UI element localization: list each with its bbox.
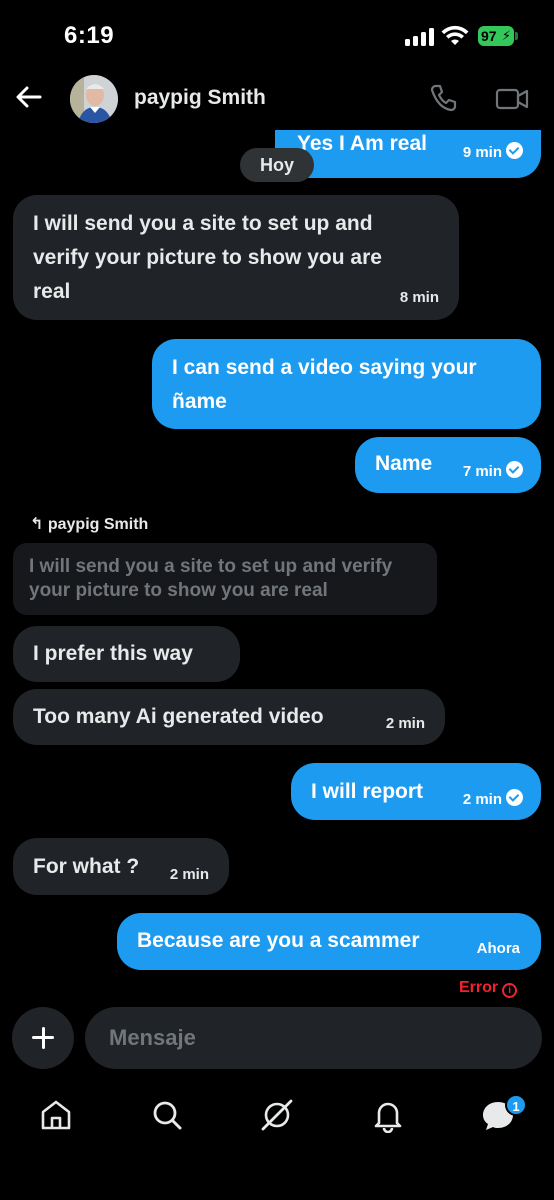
message-time: 2 min: [385, 715, 425, 732]
message-line: ñame: [172, 390, 227, 413]
read-check-icon: [506, 142, 523, 159]
info-icon: i: [502, 983, 518, 998]
video-call-icon[interactable]: [495, 84, 529, 114]
battery-level: 97: [481, 28, 497, 44]
reply-author: paypig Smith: [47, 516, 149, 533]
conversation-header: paypig Smith: [0, 70, 554, 128]
message-bubble-incoming[interactable]: I prefer this way: [13, 626, 240, 682]
message-text: Name: [375, 452, 433, 475]
message-time: 2 min: [169, 866, 209, 883]
message-bubble-outgoing[interactable]: Yes I Am real 9 min: [275, 130, 541, 178]
phone-icon[interactable]: [428, 83, 458, 113]
quoted-line: I will send you a site to set up and ver…: [29, 556, 393, 577]
message-bubble-incoming[interactable]: For what ? 2 min: [13, 838, 229, 895]
message-time: 2 min: [462, 791, 502, 808]
quoted-message[interactable]: I will send you a site to set up and ver…: [13, 543, 437, 615]
message-time: Ahora: [476, 940, 520, 957]
message-time: 7 min: [462, 463, 502, 480]
message-bubble-outgoing[interactable]: I can send a video saying your ñame: [152, 339, 541, 429]
battery-icon: 97 ⚡: [478, 26, 518, 46]
message-line: I will send you a site to set up and: [33, 212, 373, 235]
read-check-icon: [506, 461, 523, 478]
home-icon[interactable]: [38, 1097, 74, 1133]
search-icon[interactable]: [149, 1097, 185, 1133]
message-bubble-incoming[interactable]: Too many Ai generated video 2 min: [13, 689, 445, 745]
cellular-signal-icon: [405, 28, 435, 46]
error-label: Error: [459, 979, 499, 996]
message-input[interactable]: Mensaje: [85, 1007, 542, 1069]
message-bubble-outgoing[interactable]: Name 7 min: [355, 437, 541, 493]
status-time: 6:19: [64, 22, 115, 49]
grok-icon[interactable]: [259, 1097, 295, 1133]
message-time: 9 min: [462, 144, 502, 161]
back-arrow-icon[interactable]: [14, 82, 44, 112]
message-text: For what ?: [33, 855, 140, 878]
contact-name[interactable]: paypig Smith: [134, 86, 266, 110]
add-attachment-button[interactable]: [12, 1007, 74, 1069]
messages-badge: 1: [505, 1094, 527, 1116]
notifications-icon[interactable]: [370, 1097, 406, 1133]
message-text: Yes I Am real: [297, 132, 427, 155]
message-time: 8 min: [399, 289, 439, 306]
reply-reference: ↰ paypig Smith: [30, 514, 148, 534]
status-bar: 6:19 97 ⚡: [0, 0, 554, 70]
send-error-status[interactable]: Error i: [459, 979, 518, 998]
message-line: real: [33, 280, 71, 303]
read-check-icon: [506, 789, 523, 806]
message-text: Because are you a scammer: [137, 929, 420, 952]
message-text: I prefer this way: [33, 642, 193, 665]
reply-arrow-icon: ↰: [30, 516, 44, 533]
message-line: verify your picture to show you are: [33, 246, 382, 269]
message-bubble-outgoing[interactable]: Because are you a scammer Ahora: [117, 913, 541, 970]
quoted-line: your picture to show you are real: [29, 580, 328, 601]
avatar[interactable]: [70, 75, 118, 123]
message-text: I will report: [311, 780, 424, 803]
message-line: I can send a video saying your: [172, 356, 477, 379]
wifi-icon: [441, 25, 469, 45]
message-text: Too many Ai generated video: [33, 705, 324, 728]
day-separator: Hoy: [240, 148, 314, 182]
message-bubble-incoming[interactable]: I will send you a site to set up and ver…: [13, 195, 459, 320]
message-bubble-outgoing[interactable]: I will report 2 min: [291, 763, 541, 820]
